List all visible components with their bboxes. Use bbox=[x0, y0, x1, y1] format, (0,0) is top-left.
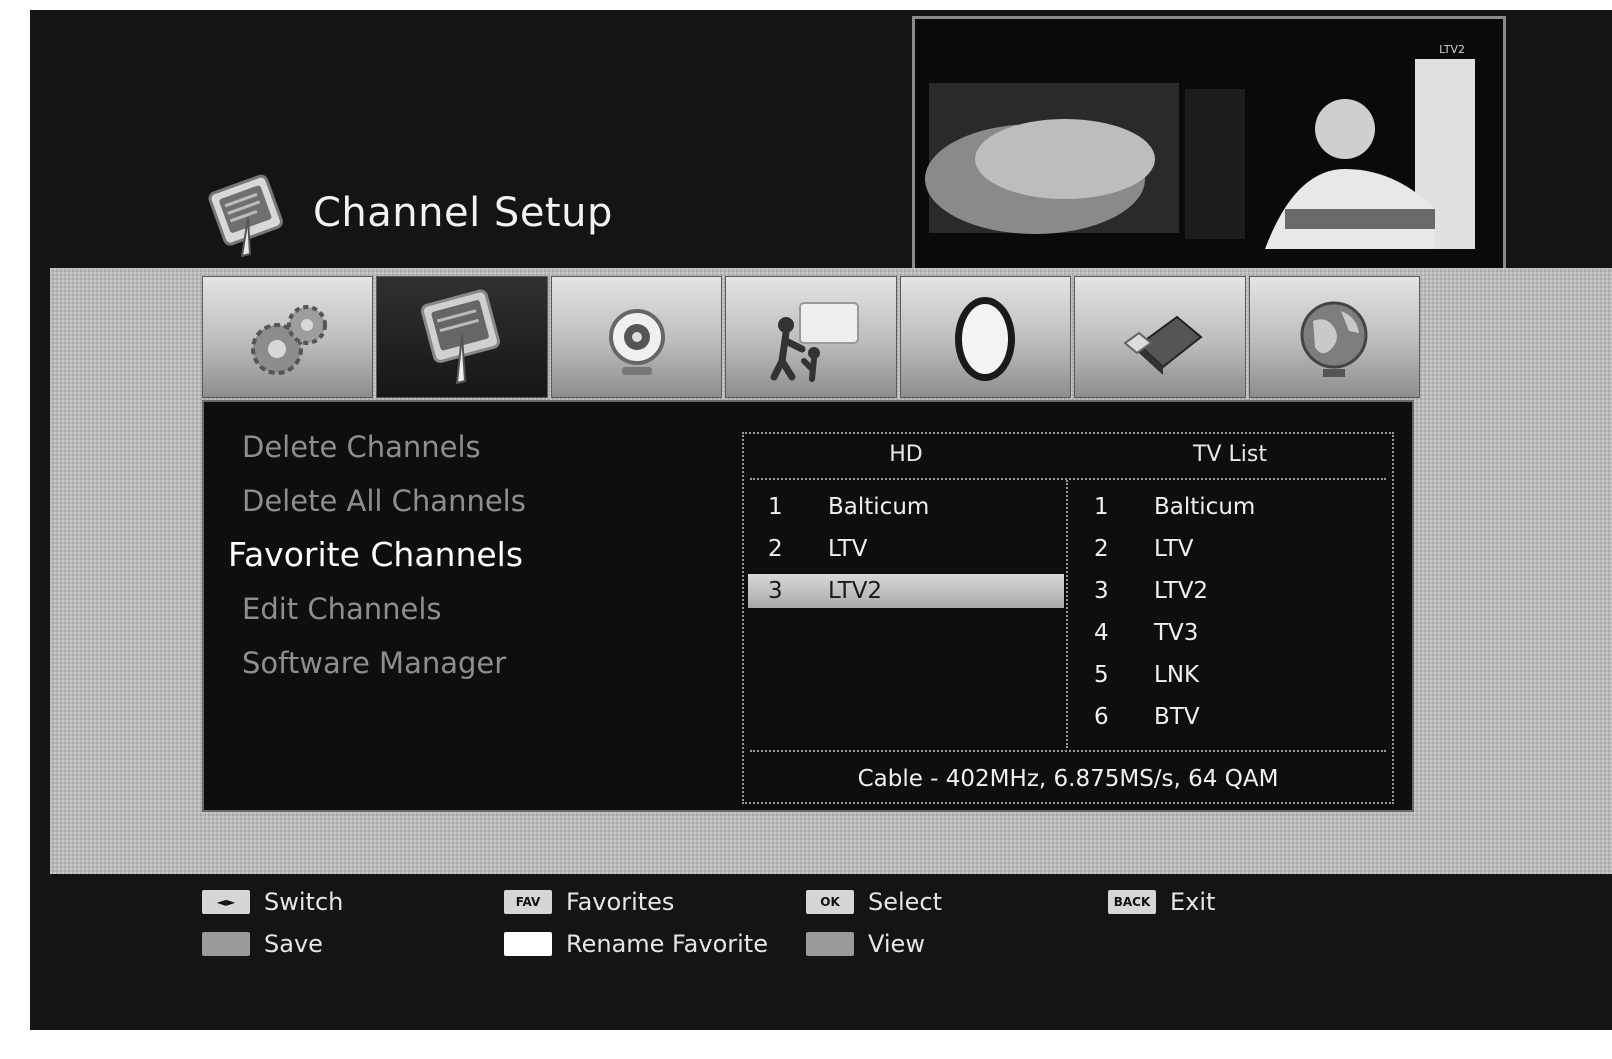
legend-label: Save bbox=[264, 930, 323, 958]
tab-webcam[interactable] bbox=[550, 276, 723, 398]
tv-list-row[interactable]: 6 BTV bbox=[1074, 696, 1388, 738]
parental-lock-icon bbox=[770, 302, 859, 382]
channel-name: LNK bbox=[1154, 662, 1200, 688]
menu-item-software-manager[interactable]: Software Manager bbox=[228, 636, 526, 690]
channel-name: LTV2 bbox=[828, 578, 883, 604]
ok-key-icon: OK bbox=[806, 890, 854, 914]
channel-number: 3 bbox=[1094, 578, 1109, 604]
legend-view: View bbox=[806, 930, 925, 958]
tv-list-row[interactable]: 3 LTV2 bbox=[1074, 570, 1388, 612]
channel-number: 2 bbox=[768, 536, 783, 562]
legend-rename-favorite: Rename Favorite bbox=[504, 930, 768, 958]
tv-preview: LTV2 bbox=[912, 16, 1506, 280]
favorite-row-selected[interactable]: 3 LTV2 bbox=[748, 574, 1064, 608]
legend-favorites: FAV Favorites bbox=[504, 888, 674, 916]
header-divider bbox=[750, 478, 1386, 480]
menu-item-favorite-channels[interactable]: Favorite Channels bbox=[228, 528, 526, 582]
channel-name: LTV bbox=[1154, 536, 1194, 562]
channel-name: LTV2 bbox=[1154, 578, 1209, 604]
column-divider bbox=[1066, 480, 1068, 748]
favorite-editor: HD TV List 1 Balticum 2 LTV 3 LTV2 1 Bal… bbox=[742, 432, 1394, 804]
category-tabs bbox=[202, 276, 1420, 398]
tv-list: 1 Balticum 2 LTV 3 LTV2 4 TV3 5 LNK 6 BT… bbox=[1074, 486, 1388, 738]
favorites-header: HD bbox=[889, 442, 923, 467]
fav-key-icon: FAV bbox=[504, 890, 552, 914]
channel-number: 1 bbox=[1094, 494, 1109, 520]
disc-icon bbox=[955, 297, 1016, 381]
legend-label: Favorites bbox=[566, 888, 675, 916]
color-key-icon bbox=[806, 932, 854, 956]
usb-drive-icon bbox=[1123, 315, 1203, 375]
legend-select: OK Select bbox=[806, 888, 942, 916]
channel-name: BTV bbox=[1154, 704, 1200, 730]
menu-item-delete-channels[interactable]: Delete Channels bbox=[228, 420, 526, 474]
status-divider bbox=[750, 750, 1386, 752]
preview-caption: LTV2 bbox=[1439, 43, 1465, 56]
preview-image bbox=[915, 19, 1503, 277]
arrow-keys-icon: ◄► bbox=[202, 890, 250, 914]
legend-label: Exit bbox=[1170, 888, 1216, 916]
tv-list-header: TV List bbox=[1193, 442, 1267, 467]
setup-menu: Delete Channels Delete All Channels Favo… bbox=[228, 420, 526, 690]
channel-name: LTV bbox=[828, 536, 868, 562]
tab-parental-lock[interactable] bbox=[725, 276, 897, 398]
channel-name: Balticum bbox=[828, 494, 930, 520]
settings-gears-icon bbox=[250, 305, 327, 375]
tab-globe[interactable] bbox=[1248, 276, 1420, 398]
legend-label: View bbox=[868, 930, 925, 958]
tv-list-row[interactable]: 4 TV3 bbox=[1074, 612, 1388, 654]
key-legend: ◄► Switch FAV Favorites OK Select BACK E… bbox=[202, 888, 1402, 988]
channel-setup-panel: Delete Channels Delete All Channels Favo… bbox=[202, 400, 1414, 812]
channel-setup-icon bbox=[421, 289, 501, 385]
tab-usb[interactable] bbox=[1074, 276, 1246, 398]
color-key-icon bbox=[202, 932, 250, 956]
tab-channel-setup[interactable] bbox=[376, 276, 548, 398]
legend-save: Save bbox=[202, 930, 323, 958]
channel-setup-icon bbox=[202, 168, 298, 264]
channel-name: Balticum bbox=[1154, 494, 1256, 520]
favorites-list: 1 Balticum 2 LTV 3 LTV2 bbox=[748, 486, 1064, 612]
tv-list-row[interactable]: 1 Balticum bbox=[1074, 486, 1388, 528]
page-title: Channel Setup bbox=[313, 190, 613, 236]
favorite-row[interactable]: 2 LTV bbox=[748, 528, 1064, 570]
tv-list-row[interactable]: 2 LTV bbox=[1074, 528, 1388, 570]
tab-disc[interactable] bbox=[899, 276, 1072, 398]
color-key-icon bbox=[504, 932, 552, 956]
channel-number: 5 bbox=[1094, 662, 1109, 688]
legend-exit: BACK Exit bbox=[1108, 888, 1215, 916]
legend-switch: ◄► Switch bbox=[202, 888, 343, 916]
legend-label: Switch bbox=[264, 888, 344, 916]
tab-settings[interactable] bbox=[202, 276, 374, 398]
webcam-icon bbox=[608, 309, 665, 375]
back-key-icon: BACK bbox=[1108, 890, 1156, 914]
channel-name: TV3 bbox=[1154, 620, 1199, 646]
channel-number: 2 bbox=[1094, 536, 1109, 562]
menu-item-edit-channels[interactable]: Edit Channels bbox=[228, 582, 526, 636]
channel-number: 3 bbox=[768, 578, 783, 604]
globe-icon bbox=[1300, 301, 1368, 377]
channel-number: 1 bbox=[768, 494, 783, 520]
legend-label: Rename Favorite bbox=[566, 930, 768, 958]
channel-number: 4 bbox=[1094, 620, 1109, 646]
tuner-status: Cable - 402MHz, 6.875MS/s, 64 QAM bbox=[857, 766, 1279, 792]
favorite-row[interactable]: 1 Balticum bbox=[748, 486, 1064, 528]
legend-label: Select bbox=[868, 888, 943, 916]
tv-screen: Channel Setup LTV2 Delete Channels Delet… bbox=[30, 10, 1612, 1030]
channel-number: 6 bbox=[1094, 704, 1109, 730]
tv-list-row[interactable]: 5 LNK bbox=[1074, 654, 1388, 696]
menu-item-delete-all-channels[interactable]: Delete All Channels bbox=[228, 474, 526, 528]
